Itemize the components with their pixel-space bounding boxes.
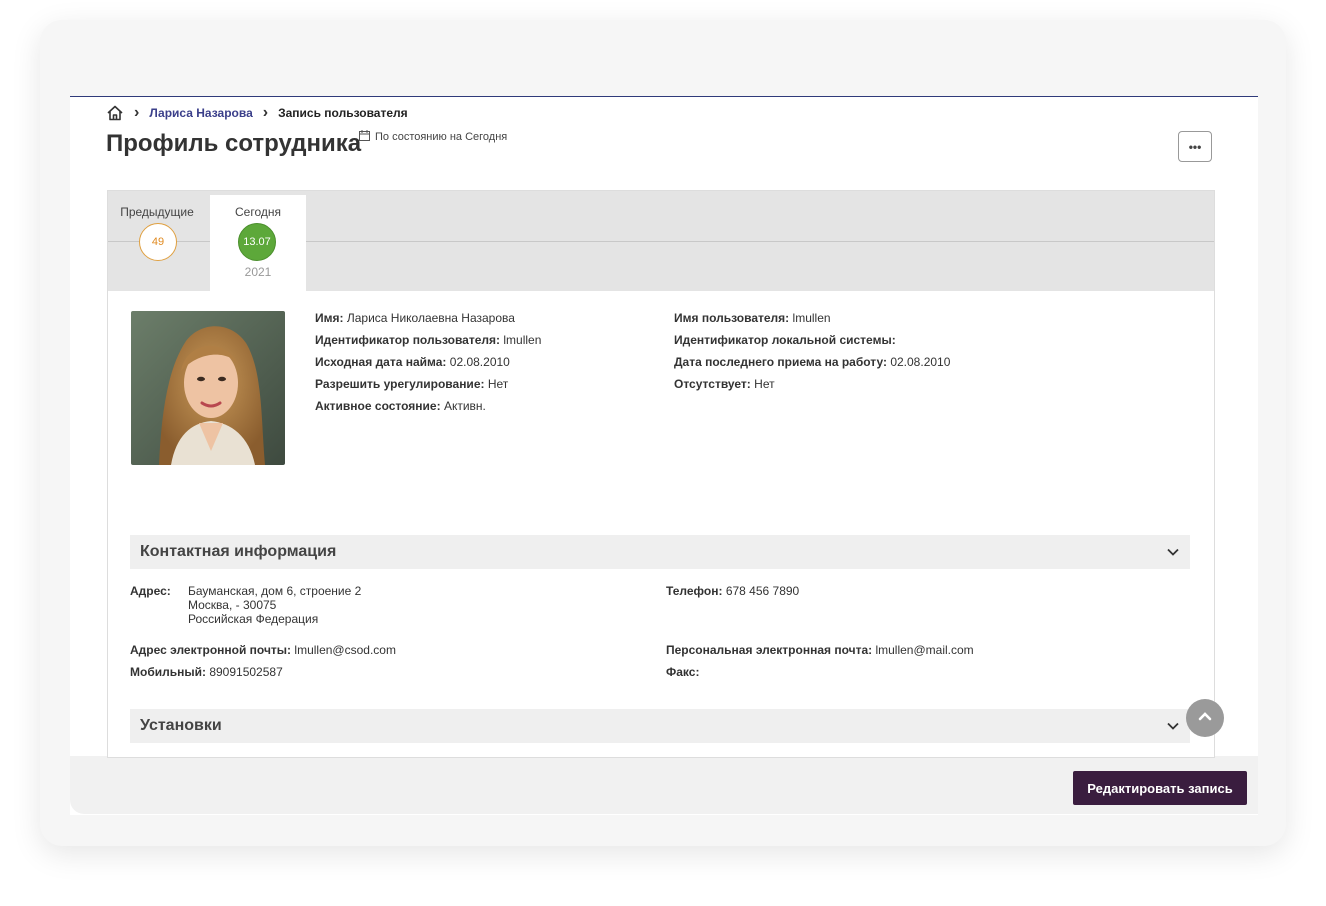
address-line: Российская Федерация [188,612,319,626]
chevron-down-icon[interactable] [1166,719,1180,733]
info-row: Разрешить урегулирование: Нет [315,377,509,391]
address-label: Адрес: [130,584,171,598]
mobile-value: 89091502587 [209,665,283,679]
info-last-hire-date: 02.08.2010 [890,355,951,369]
employee-photo [131,311,285,465]
info-username: lmullen [792,311,831,325]
scroll-to-top-button[interactable] [1186,699,1224,737]
address-line: Москва, - 30075 [188,598,277,612]
breadcrumb: › Лариса Назарова › Запись пользователя [106,104,408,122]
info-row: Дата последнего приема на работу: 02.08.… [674,355,951,369]
more-options-button[interactable]: ••• [1178,131,1212,162]
email-row: Адрес электронной почты: lmullen@csod.co… [130,643,396,657]
info-active-status: Активн. [443,399,486,413]
info-row: Имя: Лариса Николаевна Назарова [315,311,515,325]
info-row: Активное состояние: Активн. [315,399,486,413]
contact-section-title: Контактная информация [140,543,337,560]
info-name: Лариса Николаевна Назарова [346,311,515,325]
info-hire-date: 02.08.2010 [449,355,510,369]
info-absent: Нет [754,377,775,391]
home-icon[interactable] [106,104,124,122]
as-of-date[interactable]: По состоянию на Сегодня [359,130,507,144]
info-row: Отсутствует: Нет [674,377,775,391]
info-row: Идентификатор пользователя: lmullen [315,333,542,347]
timeline: Предыдущие 49 Сегодня 13.07 2021 [108,191,1214,291]
info-allow-settlement: Нет [487,377,509,391]
settings-section-header[interactable]: Установки [130,709,1190,743]
chevron-right-icon: › [262,104,269,121]
info-row: Исходная дата найма: 02.08.2010 [315,355,510,369]
profile-info-right: Имя пользователя: lmullen Идентификатор … [674,307,950,395]
address-lines: Бауманская, дом 6, строение 2 Москва, - … [188,584,361,626]
breadcrumb-link-user[interactable]: Лариса Назарова [149,106,252,120]
as-of-label: По состоянию на Сегодня [375,131,508,143]
chevron-right-icon: › [134,104,140,121]
breadcrumb-current: Запись пользователя [278,106,408,120]
contact-section-header[interactable]: Контактная информация [130,535,1190,569]
phone-row: Телефон: 678 456 7890 [666,584,800,598]
profile-panel: Предыдущие 49 Сегодня 13.07 2021 Имя: Ла… [107,190,1215,758]
address-line: Бауманская, дом 6, строение 2 [188,584,362,598]
settings-section-title: Установки [140,717,222,734]
fax-row: Факс: [666,665,700,679]
mobile-row: Мобильный: 89091502587 [130,665,283,679]
info-row: Идентификатор локальной системы: [674,333,896,347]
timeline-prev-count[interactable]: 49 [139,223,177,261]
timeline-today-year: 2021 [244,265,272,279]
timeline-today-label: Сегодня [235,205,281,219]
calendar-icon [359,130,370,144]
page-title: Профиль сотрудника [106,130,362,157]
profile-info-left: Имя: Лариса Николаевна Назарова Идентифи… [315,307,541,417]
personal-email-row: Персональная электронная почта: lmullen@… [666,643,974,657]
timeline-prev-label: Предыдущие [120,205,194,219]
info-row: Имя пользователя: lmullen [674,311,831,325]
address-block: Адрес: [130,584,171,598]
info-user-id: lmullen [503,333,542,347]
personal-email-value[interactable]: lmullen@mail.com [875,643,973,657]
email-value[interactable]: lmullen@csod.com [294,643,396,657]
timeline-today-date[interactable]: 13.07 [238,223,276,261]
chevron-up-icon [1197,708,1213,729]
chevron-down-icon[interactable] [1166,545,1180,559]
phone-value: 678 456 7890 [725,584,800,598]
edit-record-button[interactable]: Редактировать запись [1073,771,1247,805]
